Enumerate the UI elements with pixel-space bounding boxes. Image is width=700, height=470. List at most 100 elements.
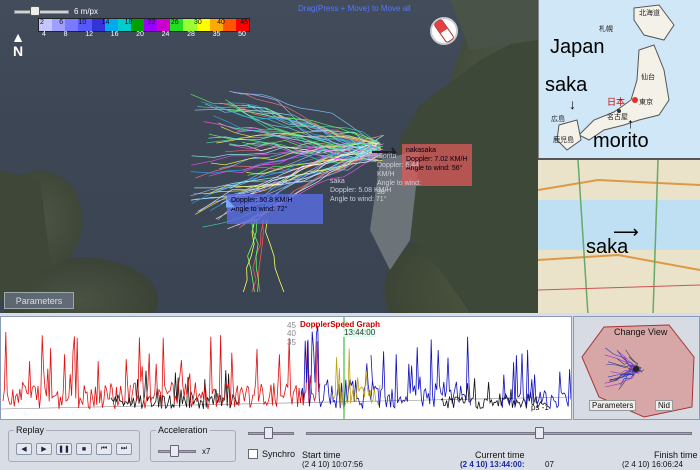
legend-swatch [130, 19, 144, 31]
boat-track [251, 219, 265, 293]
pause-icon: ❚❚ [58, 446, 70, 453]
timeline-slider[interactable] [306, 432, 692, 435]
legend-swatch [170, 19, 184, 31]
legend-swatch [117, 19, 131, 31]
boat-info-saka: saka Doppler: 5.08 KM/H Angle to wind: 7… [326, 175, 404, 203]
legend-swatch [183, 19, 197, 31]
island-land [0, 170, 50, 300]
legend-swatch [144, 19, 158, 31]
ps-label: ps -1 [531, 403, 549, 412]
city-label: 名古屋 [607, 114, 628, 121]
mini-parameters-button[interactable]: Parameters [589, 400, 637, 411]
speed-trace [2, 331, 131, 410]
finish-time-value: (2 4 10) 16:06:24 [622, 460, 683, 469]
finish-time-label: Finish time [654, 450, 698, 460]
legend-swatch [78, 19, 92, 31]
synchro-checkbox[interactable] [248, 449, 258, 459]
graph-canvas [0, 317, 572, 419]
boat-track [257, 219, 264, 293]
boat-angle: Angle to wind: 72° [231, 206, 288, 213]
legend-tick: 50 [238, 31, 246, 38]
parameters-button[interactable]: Parameters [4, 292, 74, 309]
legend-swatch [39, 19, 53, 31]
synchro-label: Synchro [262, 449, 296, 459]
legend-swatch [235, 19, 249, 31]
legend-swatch [65, 19, 79, 31]
legend-swatch [91, 19, 105, 31]
city-label: 東京 [639, 99, 653, 106]
boat-name: saka [330, 178, 345, 185]
city-label: 広島 [551, 116, 565, 123]
rewind-button[interactable]: ◀ [16, 443, 32, 455]
pause-button[interactable]: ❚❚ [56, 443, 72, 455]
skip-forward-button[interactable]: ⏭ [116, 443, 132, 455]
boat-marker-icon: ◣ [226, 195, 236, 209]
tick-label: 35 [287, 338, 296, 347]
stop-icon: ■ [81, 445, 87, 453]
current-time-label: Current time [475, 450, 525, 460]
arrow-down-icon: ↓ [569, 96, 576, 112]
timeline-slider-thumb[interactable] [535, 427, 544, 439]
replay-title: Replay [14, 425, 47, 435]
graph-scale-thumb[interactable] [264, 427, 273, 439]
play-button[interactable]: ▶ [36, 443, 52, 455]
boat-name: morito [377, 153, 397, 160]
acceleration-slider-thumb[interactable] [170, 445, 179, 457]
start-time-label: Start time [302, 450, 341, 460]
play-icon: ▶ [41, 446, 47, 453]
doppler-speed-graph[interactable] [0, 316, 572, 420]
zoom-slider[interactable] [14, 10, 69, 14]
legend-swatch [104, 19, 118, 31]
city-label: 仙台 [641, 74, 655, 81]
change-view-label[interactable]: Change View [614, 327, 667, 337]
label-morito: morito [593, 130, 649, 152]
label-japan: Japan [550, 36, 605, 58]
boat-track [244, 93, 381, 150]
current-time-value: (2 4 10) 13:44:00: [460, 460, 525, 469]
legend-tick: 28 [187, 31, 195, 38]
legend-swatch [196, 19, 210, 31]
legend-tick: 12 [85, 31, 93, 38]
legend-tick: 35 [212, 31, 221, 38]
city-label: 北海道 [639, 10, 660, 17]
legend-bottom-ticks: 4 8 12 16 20 24 28 35 50 [38, 31, 250, 38]
boat-track [265, 219, 285, 293]
city-label: 札幌 [599, 26, 613, 33]
map-view[interactable]: 6 m/px 2 6 10 14 18 22 26 30 40 45 4 8 12 16 20 24 28 35… [0, 0, 538, 313]
boat-doppler: Doppler: 50.8 KM/H [231, 197, 293, 204]
skip-forward-icon: ⏭ [120, 445, 128, 452]
north-arrow-icon: ▲ N [11, 29, 25, 59]
skip-back-icon: ⏮ [100, 445, 108, 452]
speed-color-legend [38, 18, 250, 32]
acceleration-title: Acceleration [156, 425, 210, 435]
legend-tick: 8 [63, 31, 68, 38]
legend-swatch [209, 19, 223, 31]
legend-swatch [222, 19, 236, 31]
city-label: 鹿児島 [553, 137, 574, 144]
nid-checkbox[interactable]: Nid [655, 400, 674, 411]
start-time-value: (2 4 10) 10:07:56 [302, 460, 363, 469]
current-time-ms: 07 [545, 460, 554, 469]
regional-inset-map: ⟶ saka [538, 158, 700, 313]
legend-tick: 4 [42, 31, 46, 38]
arrow-up-icon: ↑ [627, 115, 634, 131]
legend-swatch [157, 19, 171, 31]
acceleration-value: x7 [202, 447, 211, 456]
scale-label: 6 m/px [74, 7, 99, 16]
skip-back-button[interactable]: ⏮ [96, 443, 112, 455]
north-label: N [12, 43, 24, 59]
legend-tick: 20 [136, 31, 144, 38]
label-saka-regional: saka [586, 236, 629, 258]
drag-hint: Drag(Press + Move) to Move all [298, 4, 411, 13]
legend-tick: 16 [110, 31, 119, 38]
zoom-slider-thumb[interactable] [30, 6, 40, 16]
tick-label: 40 [287, 329, 296, 338]
rewind-icon: ◀ [21, 446, 27, 453]
legend-swatch [52, 19, 66, 31]
boat-doppler: Doppler: 5.08 KM/H [330, 187, 392, 194]
boat-info-blue: Doppler: 50.8 KM/H Angle to wind: 72° [227, 194, 323, 224]
boat-angle: Angle to wind: 71° [330, 196, 387, 203]
stop-button[interactable]: ■ [76, 443, 92, 455]
current-time-marker: 13:44:00 [343, 328, 377, 337]
label-saka: saka [545, 74, 588, 96]
